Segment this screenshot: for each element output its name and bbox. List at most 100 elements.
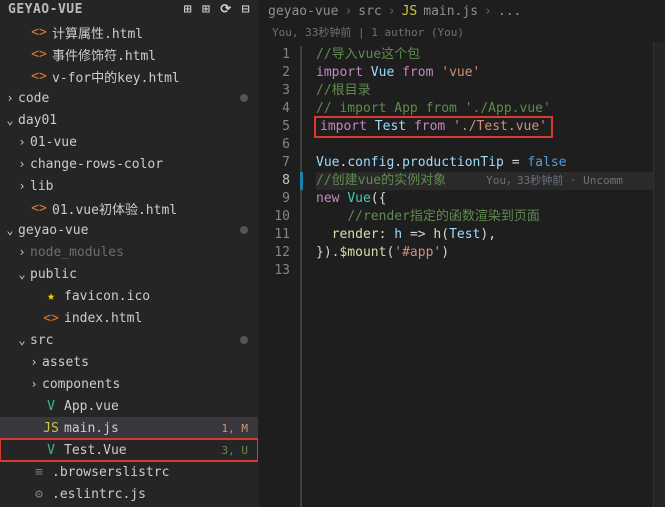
git-change-marker bbox=[300, 172, 303, 190]
collapse-icon[interactable]: ⊟ bbox=[242, 2, 250, 17]
code-line[interactable] bbox=[316, 136, 653, 154]
tree-item-label: App.vue bbox=[64, 399, 258, 414]
code-area[interactable]: 12345678910111213 //导入vue这个包import Vue f… bbox=[258, 42, 665, 507]
crumb-folder[interactable]: src bbox=[358, 4, 381, 19]
crumb-folder[interactable]: geyao-vue bbox=[268, 4, 338, 19]
code-line[interactable]: //创建vue的实例对象You，33秒钟前 · Uncomm bbox=[316, 172, 653, 190]
tree-item[interactable]: ⌄geyao-vue bbox=[0, 219, 258, 241]
tree-item-label: .browserslistrc bbox=[52, 465, 258, 480]
tree-item[interactable]: ›change-rows-color bbox=[0, 153, 258, 175]
html-icon: <> bbox=[30, 201, 48, 216]
file-tree: <> 计算属性.html <>事件修饰符.html <>v-for中的key.ht… bbox=[0, 21, 258, 507]
tree-item[interactable]: <>v-for中的key.html bbox=[0, 65, 258, 87]
html-icon: <> bbox=[30, 47, 48, 62]
html-icon: <> bbox=[30, 25, 48, 40]
conf-icon: ≡ bbox=[30, 465, 48, 480]
code-line[interactable]: //导入vue这个包 bbox=[316, 46, 653, 64]
code-line[interactable]: // import App from './App.vue' bbox=[316, 100, 653, 118]
line-number: 11 bbox=[258, 226, 290, 244]
line-number: 2 bbox=[258, 64, 290, 82]
tree-item-label: node_modules bbox=[30, 245, 258, 260]
html-icon: <> bbox=[30, 69, 48, 84]
tree-item[interactable]: <> 01.vue初体验.html bbox=[0, 197, 258, 219]
tree-item[interactable]: ›code bbox=[0, 87, 258, 109]
tree-item-label: favicon.ico bbox=[64, 289, 258, 304]
tree-item[interactable]: ★ favicon.ico bbox=[0, 285, 258, 307]
code-line[interactable]: new Vue({ bbox=[316, 190, 653, 208]
tree-item-label: day01 bbox=[18, 113, 258, 128]
vue-icon: V bbox=[42, 443, 60, 458]
chevron-icon: ⌄ bbox=[16, 333, 28, 347]
code-content[interactable]: //导入vue这个包import Vue from 'vue'//根目录// i… bbox=[300, 42, 653, 507]
tree-item-label: 01.vue初体验.html bbox=[52, 199, 258, 218]
code-line[interactable]: render: h => h(Test), bbox=[316, 226, 653, 244]
tree-item-label: 01-vue bbox=[30, 135, 258, 150]
tree-item[interactable]: <>事件修饰符.html bbox=[0, 43, 258, 65]
line-number: 4 bbox=[258, 100, 290, 118]
tree-item-label: geyao-vue bbox=[18, 223, 240, 238]
project-title: GEYAO-VUE bbox=[8, 2, 83, 17]
tree-item-label: components bbox=[42, 377, 258, 392]
line-gutter: 12345678910111213 bbox=[258, 42, 300, 507]
tree-item-label: lib bbox=[30, 179, 258, 194]
refresh-icon[interactable]: ⟳ bbox=[220, 2, 231, 17]
chevron-icon: ⌄ bbox=[16, 267, 28, 281]
code-line[interactable]: Vue.config.productionTip = false bbox=[316, 154, 653, 172]
breadcrumb[interactable]: geyao-vue › src › JS main.js › ... bbox=[258, 0, 665, 22]
tree-item[interactable]: ›assets bbox=[0, 351, 258, 373]
tree-item[interactable]: V App.vue bbox=[0, 395, 258, 417]
git-badge: 3, U bbox=[222, 444, 249, 457]
code-line[interactable]: import Vue from 'vue' bbox=[316, 64, 653, 82]
tree-item-label: .eslintrc.js bbox=[52, 487, 258, 502]
tree-item[interactable]: ⌄public bbox=[0, 263, 258, 285]
conf-icon: ⚙ bbox=[30, 487, 48, 502]
code-line[interactable]: //render指定的函数渲染到页面 bbox=[316, 208, 653, 226]
chevron-icon: › bbox=[16, 179, 28, 193]
line-number: 8 bbox=[258, 172, 290, 190]
tree-item[interactable]: ›01-vue bbox=[0, 131, 258, 153]
chevron-icon: › bbox=[28, 355, 40, 369]
tree-item[interactable]: VTest.Vue3, U bbox=[0, 439, 258, 461]
chevron-icon: › bbox=[16, 157, 28, 171]
chevron-icon: ⌄ bbox=[4, 113, 16, 127]
chevron-icon: ⌄ bbox=[4, 223, 16, 237]
line-number: 3 bbox=[258, 82, 290, 100]
chevron-icon: › bbox=[16, 245, 28, 259]
tree-item[interactable]: <>index.html bbox=[0, 307, 258, 329]
star-icon: ★ bbox=[42, 289, 60, 304]
crumb-file[interactable]: main.js bbox=[423, 4, 478, 19]
tree-item-label: index.html bbox=[64, 311, 258, 326]
gitlens-authorship: You, 33秒钟前 | 1 author (You) bbox=[258, 22, 665, 42]
line-number: 10 bbox=[258, 208, 290, 226]
tree-item[interactable]: ⌄src bbox=[0, 329, 258, 351]
code-line[interactable]: }).$mount('#app') bbox=[316, 244, 653, 262]
chevron-icon: › bbox=[28, 377, 40, 391]
line-number: 13 bbox=[258, 262, 290, 280]
code-line[interactable]: //根目录 bbox=[316, 82, 653, 100]
tree-item[interactable]: ⚙ .eslintrc.js bbox=[0, 483, 258, 505]
gutter-bar bbox=[300, 46, 302, 507]
js-file-icon: JS bbox=[402, 4, 418, 19]
chevron-right-icon: › bbox=[484, 4, 492, 19]
dirty-indicator bbox=[240, 94, 248, 102]
tree-item[interactable]: ≡ .browserslistrc bbox=[0, 461, 258, 483]
code-line[interactable] bbox=[316, 262, 653, 280]
tree-item[interactable]: ›lib bbox=[0, 175, 258, 197]
minimap[interactable] bbox=[653, 42, 665, 507]
crumb-more[interactable]: ... bbox=[498, 4, 521, 19]
tree-item-label: 计算属性.html bbox=[52, 23, 258, 42]
editor-pane: geyao-vue › src › JS main.js › ... You, … bbox=[258, 0, 665, 507]
code-line[interactable]: import Test from './Test.vue' bbox=[316, 118, 653, 136]
tree-item-label: code bbox=[18, 91, 240, 106]
tree-item[interactable]: ›components bbox=[0, 373, 258, 395]
tree-item[interactable]: JSmain.js1, M bbox=[0, 417, 258, 439]
new-folder-icon[interactable]: ⊞ bbox=[202, 2, 210, 17]
tree-item[interactable]: ›node_modules bbox=[0, 241, 258, 263]
tree-item-label: assets bbox=[42, 355, 258, 370]
explorer-actions: ⊞ ⊞ ⟳ ⊟ bbox=[184, 2, 250, 17]
vue-icon: V bbox=[42, 399, 60, 414]
new-file-icon[interactable]: ⊞ bbox=[184, 2, 192, 17]
tree-item[interactable]: ⌄day01 bbox=[0, 109, 258, 131]
tree-item-label: public bbox=[30, 267, 258, 282]
tree-item[interactable]: <> 计算属性.html bbox=[0, 21, 258, 43]
